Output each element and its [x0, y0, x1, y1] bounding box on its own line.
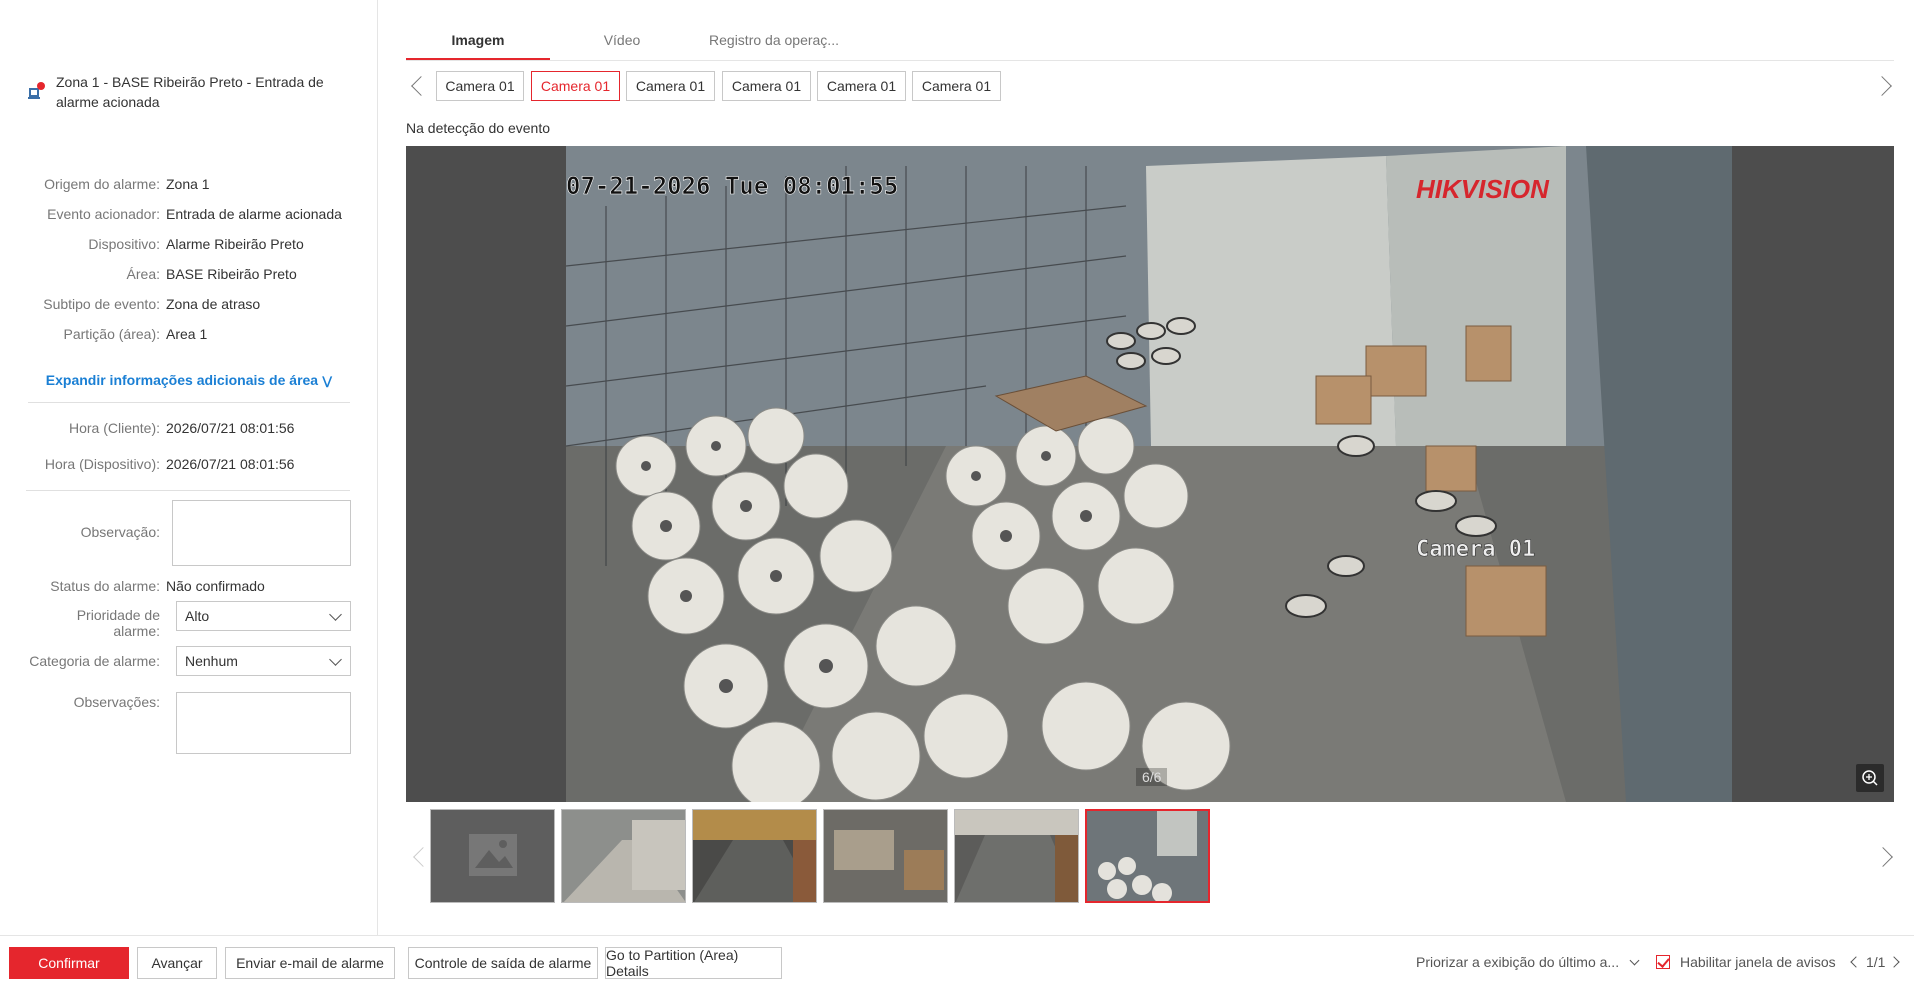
time-row-device: Hora (Dispositivo): 2026/07/21 08:01:56 [28, 454, 348, 474]
chevron-down-icon [329, 653, 342, 666]
status-value: Não confirmado [166, 578, 265, 594]
category-label: Categoria de alarme: [29, 653, 160, 669]
camera-snapshot: 07-21-2026 Tue 08:01:55 HIKVISION Camera… [566, 146, 1732, 802]
detail-label: Subtipo de evento: [43, 296, 160, 312]
detail-row-origin: Origem do alarme: Zona 1 [28, 174, 348, 194]
chevron-left-icon[interactable] [1850, 956, 1862, 968]
thumbnail-street-day[interactable] [954, 809, 1079, 903]
detail-label: Área: [126, 266, 160, 282]
osd-timestamp: 07-21-2026 Tue 08:01:55 [566, 172, 898, 200]
warehouse-scene-image: 07-21-2026 Tue 08:01:55 HIKVISION Camera… [566, 146, 1732, 802]
detail-row-partition: Partição (área): Area 1 [28, 324, 348, 344]
tab-operation-log[interactable]: Registro da operaç... [694, 28, 854, 60]
thumbnail-image [693, 810, 816, 902]
remarks-label: Observações: [73, 694, 160, 710]
action-bar: Confirmar Avançar Enviar e-mail de alarm… [0, 935, 1914, 988]
enable-popup-checkbox[interactable] [1656, 955, 1670, 969]
chevron-right-icon[interactable] [1888, 956, 1900, 968]
image-viewer[interactable]: 07-21-2026 Tue 08:01:55 HIKVISION Camera… [406, 146, 1894, 802]
remarks-textarea[interactable] [176, 692, 351, 754]
thumbnail-warehouse[interactable] [823, 809, 948, 903]
category-select[interactable]: Nenhum [176, 646, 351, 676]
image-placeholder-icon [469, 834, 517, 876]
double-chevron-down-icon: ⋁ [322, 374, 333, 388]
camera-button[interactable]: Camera 01 [912, 71, 1001, 101]
chevron-down-icon [329, 608, 342, 621]
detail-label: Partição (área): [63, 326, 160, 342]
alarm-header: Zona 1 - BASE Ribeirão Preto - Entrada d… [28, 72, 358, 112]
camera-button[interactable]: Camera 01 [626, 71, 715, 101]
divider [26, 490, 350, 491]
time-label: Hora (Cliente): [68, 420, 160, 436]
time-row-client: Hora (Cliente): 2026/07/21 08:01:56 [28, 418, 348, 438]
detail-value: Zona 1 [166, 176, 210, 192]
priority-display-dropdown[interactable]: Priorizar a exibição do último a... [1416, 954, 1640, 970]
detail-row-trigger: Evento acionador: Entrada de alarme acio… [28, 204, 348, 224]
pager-label: 1/1 [1866, 954, 1886, 970]
detail-row-subtype: Subtipo de evento: Zona de atraso [28, 294, 348, 314]
tab-bar: Imagem Vídeo Registro da operaç... [406, 28, 1894, 61]
priority-value: Alto [185, 608, 210, 624]
expand-label: Expandir informações adicionais de área [45, 372, 319, 388]
thumbnail-image [562, 810, 685, 902]
alarm-title: Zona 1 - BASE Ribeirão Preto - Entrada d… [56, 74, 324, 110]
thumbnail-corridor[interactable] [561, 809, 686, 903]
partition-details-button[interactable]: Go to Partition (Area) Details [605, 947, 782, 979]
chevron-down-icon [1629, 955, 1640, 966]
priority-display-label: Priorizar a exibição do último a... [1416, 954, 1620, 970]
camera-button-active[interactable]: Camera 01 [531, 71, 620, 101]
zoom-in-icon [1862, 770, 1878, 786]
observation-label: Observação: [80, 524, 160, 540]
hikvision-logo: HIKVISION [1416, 174, 1550, 204]
detail-row-device: Dispositivo: Alarme Ribeirão Preto [28, 234, 348, 254]
thumbnail-strip [406, 808, 1894, 904]
chevron-left-icon[interactable] [411, 76, 431, 96]
alarm-input-icon [28, 82, 46, 100]
camera-selector: Camera 01 Camera 01 Camera 01 Camera 01 … [406, 70, 1894, 104]
category-value: Nenhum [185, 653, 238, 669]
detail-value: Entrada de alarme acionada [166, 206, 342, 222]
alarm-window: Zona 1 - BASE Ribeirão Preto - Entrada d… [0, 0, 1914, 988]
chevron-right-icon[interactable] [1872, 76, 1892, 96]
send-email-button[interactable]: Enviar e-mail de alarme [225, 947, 395, 979]
detail-value: Zona de atraso [166, 296, 261, 312]
tab-video[interactable]: Vídeo [550, 28, 694, 60]
detail-label: Origem do alarme: [44, 176, 160, 192]
detail-label: Evento acionador: [47, 206, 160, 222]
detail-value: Alarme Ribeirão Preto [166, 236, 304, 252]
alarm-output-control-button[interactable]: Controle de saída de alarme [408, 947, 598, 979]
zoom-in-button[interactable] [1856, 764, 1884, 792]
detection-label: Na detecção do evento [406, 120, 550, 136]
time-label: Hora (Dispositivo): [44, 456, 160, 472]
thumbnail-placeholder[interactable] [430, 809, 555, 903]
detail-value: BASE Ribeirão Preto [166, 266, 297, 282]
thumbnail-warehouse-cage[interactable] [1085, 809, 1210, 903]
alarm-details-panel: Zona 1 - BASE Ribeirão Preto - Entrada d… [0, 0, 378, 935]
thumbnail-street-sunset[interactable] [692, 809, 817, 903]
tab-image[interactable]: Imagem [406, 28, 550, 60]
next-button[interactable]: Avançar [137, 947, 217, 979]
confirm-button[interactable]: Confirmar [9, 947, 129, 979]
camera-button[interactable]: Camera 01 [817, 71, 906, 101]
detail-row-area: Área: BASE Ribeirão Preto [28, 264, 348, 284]
chevron-right-icon[interactable] [1873, 847, 1893, 867]
priority-select[interactable]: Alto [176, 601, 351, 631]
priority-label: Prioridade de alarme: [76, 607, 160, 639]
thumbnail-image [1087, 811, 1208, 901]
detail-value: Area 1 [166, 326, 208, 342]
observation-textarea[interactable] [172, 500, 351, 566]
camera-button[interactable]: Camera 01 [722, 71, 811, 101]
image-counter: 6/6 [1136, 768, 1168, 786]
thumbnail-image [955, 810, 1078, 902]
enable-popup-label: Habilitar janela de avisos [1680, 954, 1836, 970]
status-label: Status do alarme: [50, 578, 160, 594]
status-row: Status do alarme: Não confirmado [28, 576, 348, 596]
expand-area-info-link[interactable]: Expandir informações adicionais de área ⋁ [28, 372, 350, 403]
thumbnail-image [824, 810, 947, 902]
time-value: 2026/07/21 08:01:56 [166, 420, 295, 436]
detail-label: Dispositivo: [88, 236, 160, 252]
camera-button[interactable]: Camera 01 [436, 71, 524, 101]
osd-camera-name: Camera 01 [1416, 537, 1535, 562]
time-value: 2026/07/21 08:01:56 [166, 456, 295, 472]
